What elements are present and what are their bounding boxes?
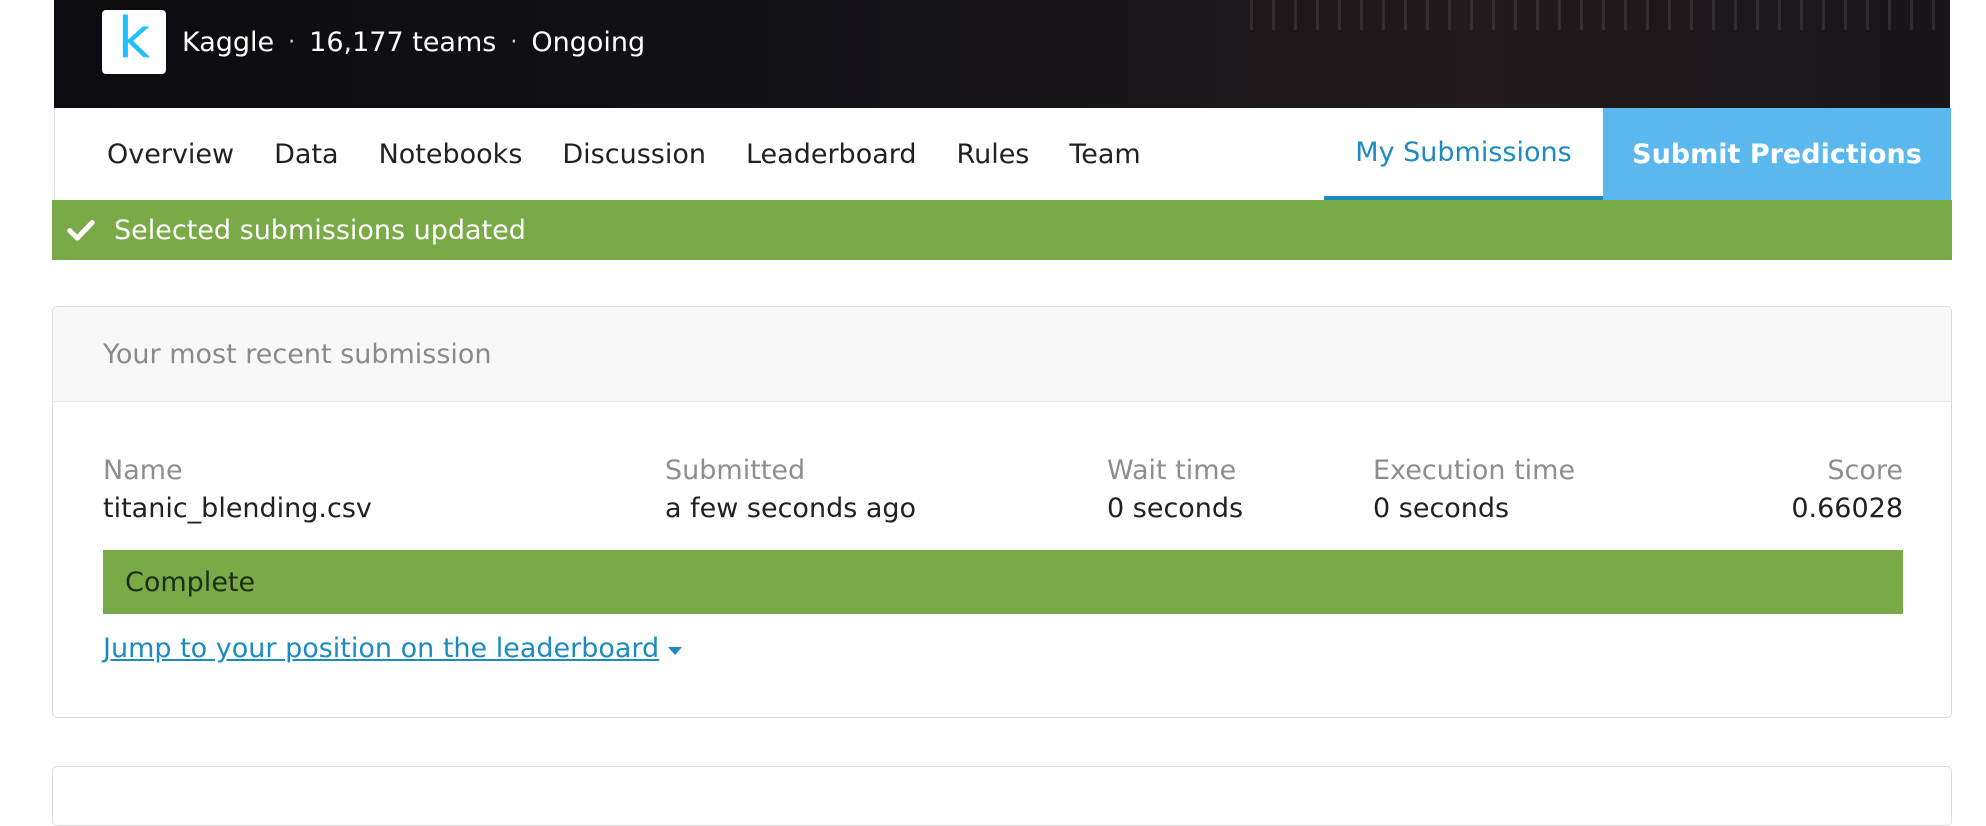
tab-overview[interactable]: Overview (107, 139, 234, 170)
success-alert: Selected submissions updated (52, 200, 1952, 260)
jump-link-label: Jump to your position on the leaderboard (103, 633, 660, 664)
kaggle-logo-letter: k (117, 6, 151, 71)
detail-label: Execution time (1373, 455, 1576, 486)
card-header: Your most recent submission (53, 307, 1951, 402)
checkmark-icon (67, 220, 95, 241)
detail-label: Score (1827, 455, 1903, 486)
wait-time-value: 0 seconds (1107, 493, 1244, 524)
caret-down-icon (668, 646, 683, 655)
kaggle-logo[interactable]: k (102, 10, 166, 74)
tab-my-submissions[interactable]: My Submissions (1324, 108, 1603, 200)
detail-wait-time: Wait time 0 seconds (1107, 453, 1243, 529)
detail-name: Name titanic_blending.csv (103, 453, 372, 529)
submission-details: Name titanic_blending.csv Submitted a fe… (53, 453, 1951, 533)
nav-tabs: Overview Data Notebooks Discussion Leade… (107, 108, 1141, 200)
tab-discussion[interactable]: Discussion (562, 139, 706, 170)
team-count: 16,177 teams (309, 26, 497, 58)
score-value: 0.66028 (1791, 493, 1903, 524)
recent-submission-card: Your most recent submission Name titanic… (52, 306, 1952, 718)
submission-status-bar: Complete (103, 550, 1903, 614)
detail-execution-time: Execution time 0 seconds (1373, 453, 1575, 529)
detail-label: Submitted (665, 455, 806, 486)
detail-label: Name (103, 455, 183, 486)
tab-notebooks[interactable]: Notebooks (379, 139, 523, 170)
banner-background-image (1250, 0, 1950, 30)
detail-submitted: Submitted a few seconds ago (665, 453, 916, 529)
jump-to-leaderboard-link[interactable]: Jump to your position on the leaderboard (103, 633, 683, 664)
execution-time-value: 0 seconds (1373, 493, 1510, 524)
submit-predictions-button[interactable]: Submit Predictions (1603, 108, 1951, 200)
competition-status: Ongoing (531, 26, 646, 58)
tab-leaderboard[interactable]: Leaderboard (746, 139, 917, 170)
org-name: Kaggle (182, 26, 275, 58)
tab-team[interactable]: Team (1069, 139, 1140, 170)
competition-banner: k Kaggle · 16,177 teams · Ongoing (54, 0, 1950, 108)
card-title: Your most recent submission (103, 338, 492, 370)
submissions-list-card (52, 766, 1952, 826)
submission-filename: titanic_blending.csv (103, 493, 372, 524)
detail-score: Score 0.66028 (1791, 453, 1903, 529)
tab-data[interactable]: Data (274, 139, 338, 170)
competition-nav: Overview Data Notebooks Discussion Leade… (54, 108, 1951, 200)
submitted-time: a few seconds ago (665, 493, 917, 524)
competition-meta: Kaggle · 16,177 teams · Ongoing (182, 24, 645, 60)
meta-separator: · (510, 29, 518, 55)
kaggle-submissions-page: k Kaggle · 16,177 teams · Ongoing Overvi… (0, 0, 1986, 826)
tab-rules[interactable]: Rules (957, 139, 1030, 170)
alert-message: Selected submissions updated (114, 214, 526, 246)
meta-separator: · (288, 29, 296, 55)
detail-label: Wait time (1107, 455, 1237, 486)
status-text: Complete (125, 566, 256, 598)
